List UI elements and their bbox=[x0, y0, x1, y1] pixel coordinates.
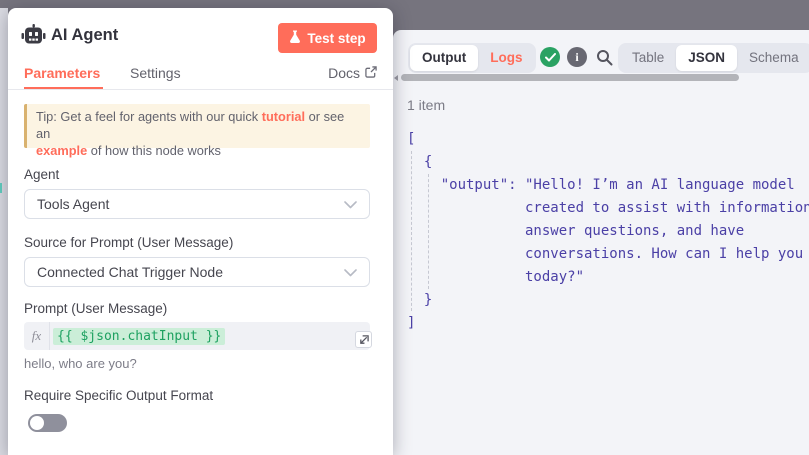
ndv-modal: Output Logs i Table JSON Schema 1 item [… bbox=[0, 0, 809, 455]
expression-resolved-hint: hello, who are you? bbox=[24, 356, 137, 371]
prompt-label: Prompt (User Message) bbox=[24, 301, 167, 316]
tab-parameters[interactable]: Parameters bbox=[24, 65, 100, 81]
prompt-expression-field[interactable]: fx {{ $json.chatInput }} bbox=[24, 322, 370, 350]
json-viewer: [ { "output": "Hello! I’m an AI language… bbox=[393, 30, 809, 455]
json-output-text: [ { "output": "Hello! I’m an AI language… bbox=[407, 128, 809, 335]
chevron-down-icon bbox=[344, 196, 357, 212]
test-step-button[interactable]: Test step bbox=[278, 23, 377, 53]
tip-callout: Tip: Get a feel for agents with our quic… bbox=[24, 104, 370, 148]
canvas-connection-fragment bbox=[0, 183, 2, 193]
tab-settings[interactable]: Settings bbox=[130, 65, 181, 81]
chevron-down-icon bbox=[344, 264, 357, 280]
toggle-knob bbox=[30, 416, 44, 430]
node-settings-card: AI Agent Test step Parameters Settings D… bbox=[8, 8, 393, 455]
output-format-label: Require Specific Output Format bbox=[24, 388, 213, 403]
agent-select[interactable]: Tools Agent bbox=[24, 189, 370, 219]
docs-link[interactable]: Docs bbox=[328, 65, 377, 81]
fx-icon: fx bbox=[24, 322, 50, 350]
output-panel: Output Logs i Table JSON Schema 1 item [… bbox=[393, 30, 809, 455]
prompt-source-select[interactable]: Connected Chat Trigger Node bbox=[24, 257, 370, 287]
prompt-source-label: Source for Prompt (User Message) bbox=[24, 235, 233, 250]
example-link[interactable]: example bbox=[36, 143, 87, 158]
agent-label: Agent bbox=[24, 167, 59, 182]
flask-icon bbox=[289, 30, 301, 46]
output-format-toggle[interactable] bbox=[28, 414, 67, 432]
expand-expression-icon[interactable] bbox=[355, 331, 372, 348]
tutorial-link[interactable]: tutorial bbox=[262, 109, 305, 124]
node-title: AI Agent bbox=[51, 26, 118, 45]
divider bbox=[8, 89, 393, 90]
ai-agent-robot-icon bbox=[21, 24, 46, 52]
external-link-icon bbox=[365, 65, 377, 81]
expression-code[interactable]: {{ $json.chatInput }} bbox=[50, 322, 225, 350]
input-panel-edge bbox=[0, 8, 8, 455]
